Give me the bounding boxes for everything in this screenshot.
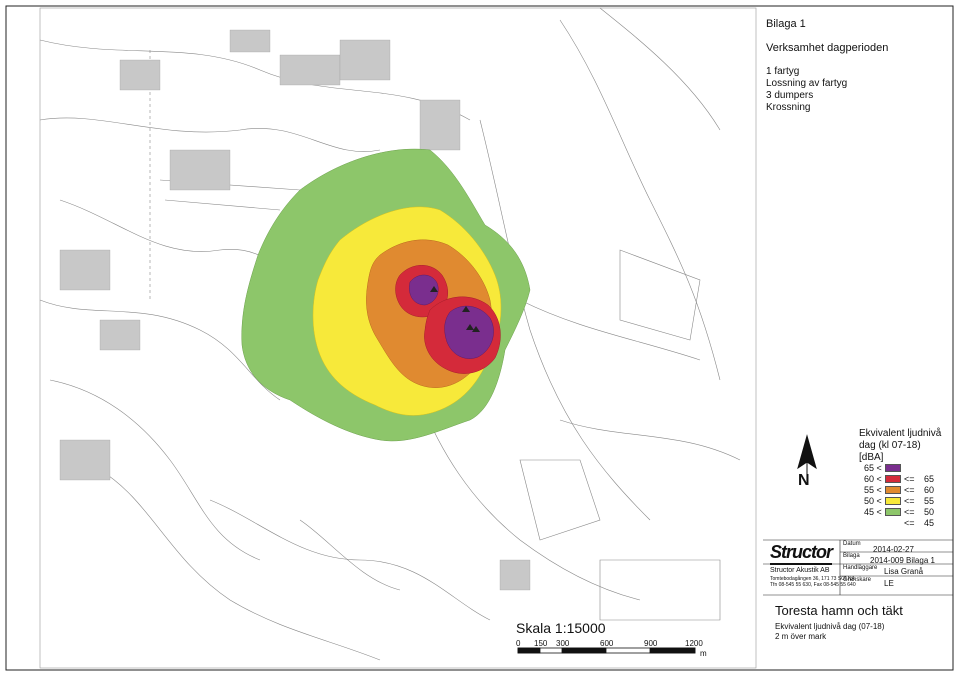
activity-item: 3 dumpers (766, 90, 814, 101)
legend-operator: <= (904, 518, 915, 528)
legend-swatch (885, 486, 901, 494)
activity-item: 1 fartyg (766, 66, 800, 77)
legend-lower-bound: 65 < (864, 463, 882, 473)
legend-lower-bound: 60 < (864, 474, 882, 484)
legend-lower-bound: 55 < (864, 485, 882, 495)
panel-header: Bilaga 1 (766, 18, 806, 30)
scale-tick: 600 (600, 639, 614, 648)
project-subtitle-2: 2 m över mark (775, 632, 827, 641)
activity-item: Krossning (766, 102, 811, 113)
project-title: Toresta hamn och täkt (775, 603, 903, 618)
scale-tick: 300 (556, 639, 570, 648)
scale-tick: 0 (516, 639, 521, 648)
noise-contours (241, 148, 531, 442)
granskare-label: Granskare (843, 577, 872, 583)
legend-operator: <= (904, 507, 915, 517)
bilaga-value: 2014-009 Bilaga 1 (870, 556, 935, 565)
bilaga-label: Bilaga (843, 553, 860, 559)
scale-label: Skala 1:15000 (516, 620, 606, 636)
legend-swatch (885, 497, 901, 505)
scale-tick: 900 (644, 639, 658, 648)
granskare-value: LE (884, 579, 894, 588)
company-name: Structor Akustik AB (770, 567, 830, 574)
legend-operator: <= (904, 496, 915, 506)
handlaggare-value: Lisa Granå (884, 567, 924, 576)
legend-upper-bound: 60 (924, 485, 935, 495)
north-arrow-icon (797, 434, 817, 476)
datum-value: 2014-02-27 (873, 545, 914, 554)
legend-operator: <= (904, 474, 915, 484)
project-subtitle: Ekvivalent ljudnivå dag (07-18) (775, 622, 885, 631)
datum-label: Datum (843, 541, 861, 547)
scale-tick: 1200 (685, 639, 703, 648)
scale-unit: m (700, 649, 707, 658)
legend-swatch (885, 475, 901, 483)
legend-lower-bound: 50 < (864, 496, 882, 506)
legend-title: Ekvivalent ljudnivå (859, 428, 942, 439)
legend-swatch (885, 464, 901, 472)
zone-over-65-purple-b (444, 305, 494, 359)
scale-tick: 150 (534, 639, 548, 648)
company-logo: Structor (770, 542, 833, 565)
legend-title: [dBA] (859, 452, 884, 463)
legend-operator: <= (904, 485, 915, 495)
north-label: N (798, 472, 810, 489)
handlaggare-label: Handläggare (843, 565, 878, 571)
legend-upper-bound: 65 (924, 474, 935, 484)
legend-upper-bound: 55 (924, 496, 935, 506)
activity-item: Lossning av fartyg (766, 78, 848, 89)
legend-swatch (885, 508, 901, 516)
legend-upper-bound: 45 (924, 518, 935, 528)
scale-bar (517, 647, 696, 654)
legend-lower-bound: 45 < (864, 507, 882, 517)
legend-upper-bound: 50 (924, 507, 935, 517)
legend-title: dag (kl 07-18) (859, 440, 921, 451)
period-label: Verksamhet dagperioden (766, 42, 889, 54)
